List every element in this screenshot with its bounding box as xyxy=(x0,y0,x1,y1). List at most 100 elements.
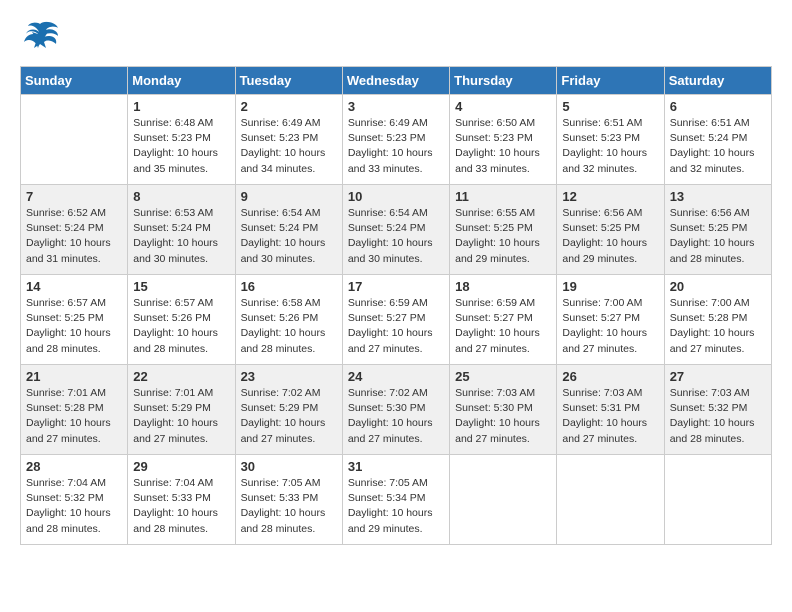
day-info: Sunrise: 6:54 AM Sunset: 5:24 PM Dayligh… xyxy=(348,206,444,267)
day-number: 13 xyxy=(670,189,766,204)
calendar-cell xyxy=(21,95,128,185)
day-number: 5 xyxy=(562,99,658,114)
calendar-cell: 12 Sunrise: 6:56 AM Sunset: 5:25 PM Dayli… xyxy=(557,185,664,275)
day-number: 9 xyxy=(241,189,337,204)
calendar-cell: 19 Sunrise: 7:00 AM Sunset: 5:27 PM Dayli… xyxy=(557,275,664,365)
calendar-week-2: 7 Sunrise: 6:52 AM Sunset: 5:24 PM Daylig… xyxy=(21,185,772,275)
day-info: Sunrise: 7:01 AM Sunset: 5:28 PM Dayligh… xyxy=(26,386,122,447)
calendar-cell: 11 Sunrise: 6:55 AM Sunset: 5:25 PM Dayli… xyxy=(450,185,557,275)
calendar-cell: 5 Sunrise: 6:51 AM Sunset: 5:23 PM Daylig… xyxy=(557,95,664,185)
calendar-cell: 14Sunrise: 6:57 AM Sunset: 5:25 PM Dayli… xyxy=(21,275,128,365)
day-number: 11 xyxy=(455,189,551,204)
calendar-cell: 1 Sunrise: 6:48 AM Sunset: 5:23 PM Daylig… xyxy=(128,95,235,185)
day-info: Sunrise: 6:49 AM Sunset: 5:23 PM Dayligh… xyxy=(241,116,337,177)
day-info: Sunrise: 7:04 AM Sunset: 5:32 PM Dayligh… xyxy=(26,476,122,537)
day-info: Sunrise: 7:00 AM Sunset: 5:27 PM Dayligh… xyxy=(562,296,658,357)
calendar-cell: 8 Sunrise: 6:53 AM Sunset: 5:24 PM Daylig… xyxy=(128,185,235,275)
day-header-friday: Friday xyxy=(557,67,664,95)
day-info: Sunrise: 6:54 AM Sunset: 5:24 PM Dayligh… xyxy=(241,206,337,267)
day-number: 27 xyxy=(670,369,766,384)
day-info: Sunrise: 6:49 AM Sunset: 5:23 PM Dayligh… xyxy=(348,116,444,177)
day-number: 19 xyxy=(562,279,658,294)
calendar-cell: 15 Sunrise: 6:57 AM Sunset: 5:26 PM Dayli… xyxy=(128,275,235,365)
day-header-thursday: Thursday xyxy=(450,67,557,95)
day-number: 20 xyxy=(670,279,766,294)
day-header-wednesday: Wednesday xyxy=(342,67,449,95)
calendar-cell: 2 Sunrise: 6:49 AM Sunset: 5:23 PM Daylig… xyxy=(235,95,342,185)
calendar-cell: 30 Sunrise: 7:05 AM Sunset: 5:33 PM Dayli… xyxy=(235,455,342,545)
day-number: 28 xyxy=(26,459,122,474)
logo-icon xyxy=(20,20,60,56)
day-number: 22 xyxy=(133,369,229,384)
calendar-cell xyxy=(664,455,771,545)
calendar-cell: 20 Sunrise: 7:00 AM Sunset: 5:28 PM Dayli… xyxy=(664,275,771,365)
day-info: Sunrise: 7:00 AM Sunset: 5:28 PM Dayligh… xyxy=(670,296,766,357)
day-info: Sunrise: 6:57 AM Sunset: 5:26 PM Dayligh… xyxy=(133,296,229,357)
calendar-week-4: 21 Sunrise: 7:01 AM Sunset: 5:28 PM Dayli… xyxy=(21,365,772,455)
calendar-cell: 16 Sunrise: 6:58 AM Sunset: 5:26 PM Dayli… xyxy=(235,275,342,365)
calendar-header-row: SundayMondayTuesdayWednesdayThursdayFrid… xyxy=(21,67,772,95)
calendar-cell: 23 Sunrise: 7:02 AM Sunset: 5:29 PM Dayli… xyxy=(235,365,342,455)
calendar-cell: 17Sunrise: 6:59 AM Sunset: 5:27 PM Dayli… xyxy=(342,275,449,365)
day-info: Sunrise: 7:02 AM Sunset: 5:29 PM Dayligh… xyxy=(241,386,337,447)
day-info: Sunrise: 7:02 AM Sunset: 5:30 PM Dayligh… xyxy=(348,386,444,447)
day-info: Sunrise: 6:53 AM Sunset: 5:24 PM Dayligh… xyxy=(133,206,229,267)
day-number: 6 xyxy=(670,99,766,114)
calendar-cell: 28 Sunrise: 7:04 AM Sunset: 5:32 PM Dayli… xyxy=(21,455,128,545)
calendar-cell: 3Sunrise: 6:49 AM Sunset: 5:23 PM Daylig… xyxy=(342,95,449,185)
calendar-cell xyxy=(450,455,557,545)
day-header-sunday: Sunday xyxy=(21,67,128,95)
day-number: 7 xyxy=(26,189,122,204)
day-number: 8 xyxy=(133,189,229,204)
day-number: 30 xyxy=(241,459,337,474)
day-info: Sunrise: 7:01 AM Sunset: 5:29 PM Dayligh… xyxy=(133,386,229,447)
day-info: Sunrise: 7:03 AM Sunset: 5:30 PM Dayligh… xyxy=(455,386,551,447)
day-info: Sunrise: 7:03 AM Sunset: 5:32 PM Dayligh… xyxy=(670,386,766,447)
day-number: 24 xyxy=(348,369,444,384)
day-header-tuesday: Tuesday xyxy=(235,67,342,95)
calendar-week-3: 14Sunrise: 6:57 AM Sunset: 5:25 PM Dayli… xyxy=(21,275,772,365)
day-number: 17 xyxy=(348,279,444,294)
day-info: Sunrise: 6:51 AM Sunset: 5:23 PM Dayligh… xyxy=(562,116,658,177)
day-number: 25 xyxy=(455,369,551,384)
day-number: 16 xyxy=(241,279,337,294)
day-number: 4 xyxy=(455,99,551,114)
day-info: Sunrise: 7:04 AM Sunset: 5:33 PM Dayligh… xyxy=(133,476,229,537)
day-info: Sunrise: 6:52 AM Sunset: 5:24 PM Dayligh… xyxy=(26,206,122,267)
calendar-cell xyxy=(557,455,664,545)
calendar-cell: 22 Sunrise: 7:01 AM Sunset: 5:29 PM Dayli… xyxy=(128,365,235,455)
day-number: 15 xyxy=(133,279,229,294)
calendar-week-1: 1 Sunrise: 6:48 AM Sunset: 5:23 PM Daylig… xyxy=(21,95,772,185)
day-info: Sunrise: 7:05 AM Sunset: 5:33 PM Dayligh… xyxy=(241,476,337,537)
calendar-cell: 25 Sunrise: 7:03 AM Sunset: 5:30 PM Dayli… xyxy=(450,365,557,455)
day-number: 12 xyxy=(562,189,658,204)
calendar-cell: 27 Sunrise: 7:03 AM Sunset: 5:32 PM Dayli… xyxy=(664,365,771,455)
day-number: 18 xyxy=(455,279,551,294)
day-info: Sunrise: 6:50 AM Sunset: 5:23 PM Dayligh… xyxy=(455,116,551,177)
calendar-cell: 13 Sunrise: 6:56 AM Sunset: 5:25 PM Dayli… xyxy=(664,185,771,275)
day-number: 29 xyxy=(133,459,229,474)
day-info: Sunrise: 6:56 AM Sunset: 5:25 PM Dayligh… xyxy=(670,206,766,267)
day-number: 23 xyxy=(241,369,337,384)
day-info: Sunrise: 6:56 AM Sunset: 5:25 PM Dayligh… xyxy=(562,206,658,267)
page-header xyxy=(20,20,772,56)
day-info: Sunrise: 6:58 AM Sunset: 5:26 PM Dayligh… xyxy=(241,296,337,357)
logo xyxy=(20,20,64,56)
day-info: Sunrise: 6:59 AM Sunset: 5:27 PM Dayligh… xyxy=(455,296,551,357)
calendar-cell: 18 Sunrise: 6:59 AM Sunset: 5:27 PM Dayli… xyxy=(450,275,557,365)
day-header-monday: Monday xyxy=(128,67,235,95)
day-info: Sunrise: 6:51 AM Sunset: 5:24 PM Dayligh… xyxy=(670,116,766,177)
day-info: Sunrise: 6:48 AM Sunset: 5:23 PM Dayligh… xyxy=(133,116,229,177)
day-number: 1 xyxy=(133,99,229,114)
calendar-cell: 6 Sunrise: 6:51 AM Sunset: 5:24 PM Daylig… xyxy=(664,95,771,185)
calendar-cell: 29 Sunrise: 7:04 AM Sunset: 5:33 PM Dayli… xyxy=(128,455,235,545)
day-number: 21 xyxy=(26,369,122,384)
calendar-cell: 26Sunrise: 7:03 AM Sunset: 5:31 PM Dayli… xyxy=(557,365,664,455)
calendar-table: SundayMondayTuesdayWednesdayThursdayFrid… xyxy=(20,66,772,545)
calendar-cell: 24 Sunrise: 7:02 AM Sunset: 5:30 PM Dayli… xyxy=(342,365,449,455)
day-number: 26 xyxy=(562,369,658,384)
day-header-saturday: Saturday xyxy=(664,67,771,95)
day-info: Sunrise: 6:55 AM Sunset: 5:25 PM Dayligh… xyxy=(455,206,551,267)
calendar-cell: 4 Sunrise: 6:50 AM Sunset: 5:23 PM Daylig… xyxy=(450,95,557,185)
day-number: 2 xyxy=(241,99,337,114)
